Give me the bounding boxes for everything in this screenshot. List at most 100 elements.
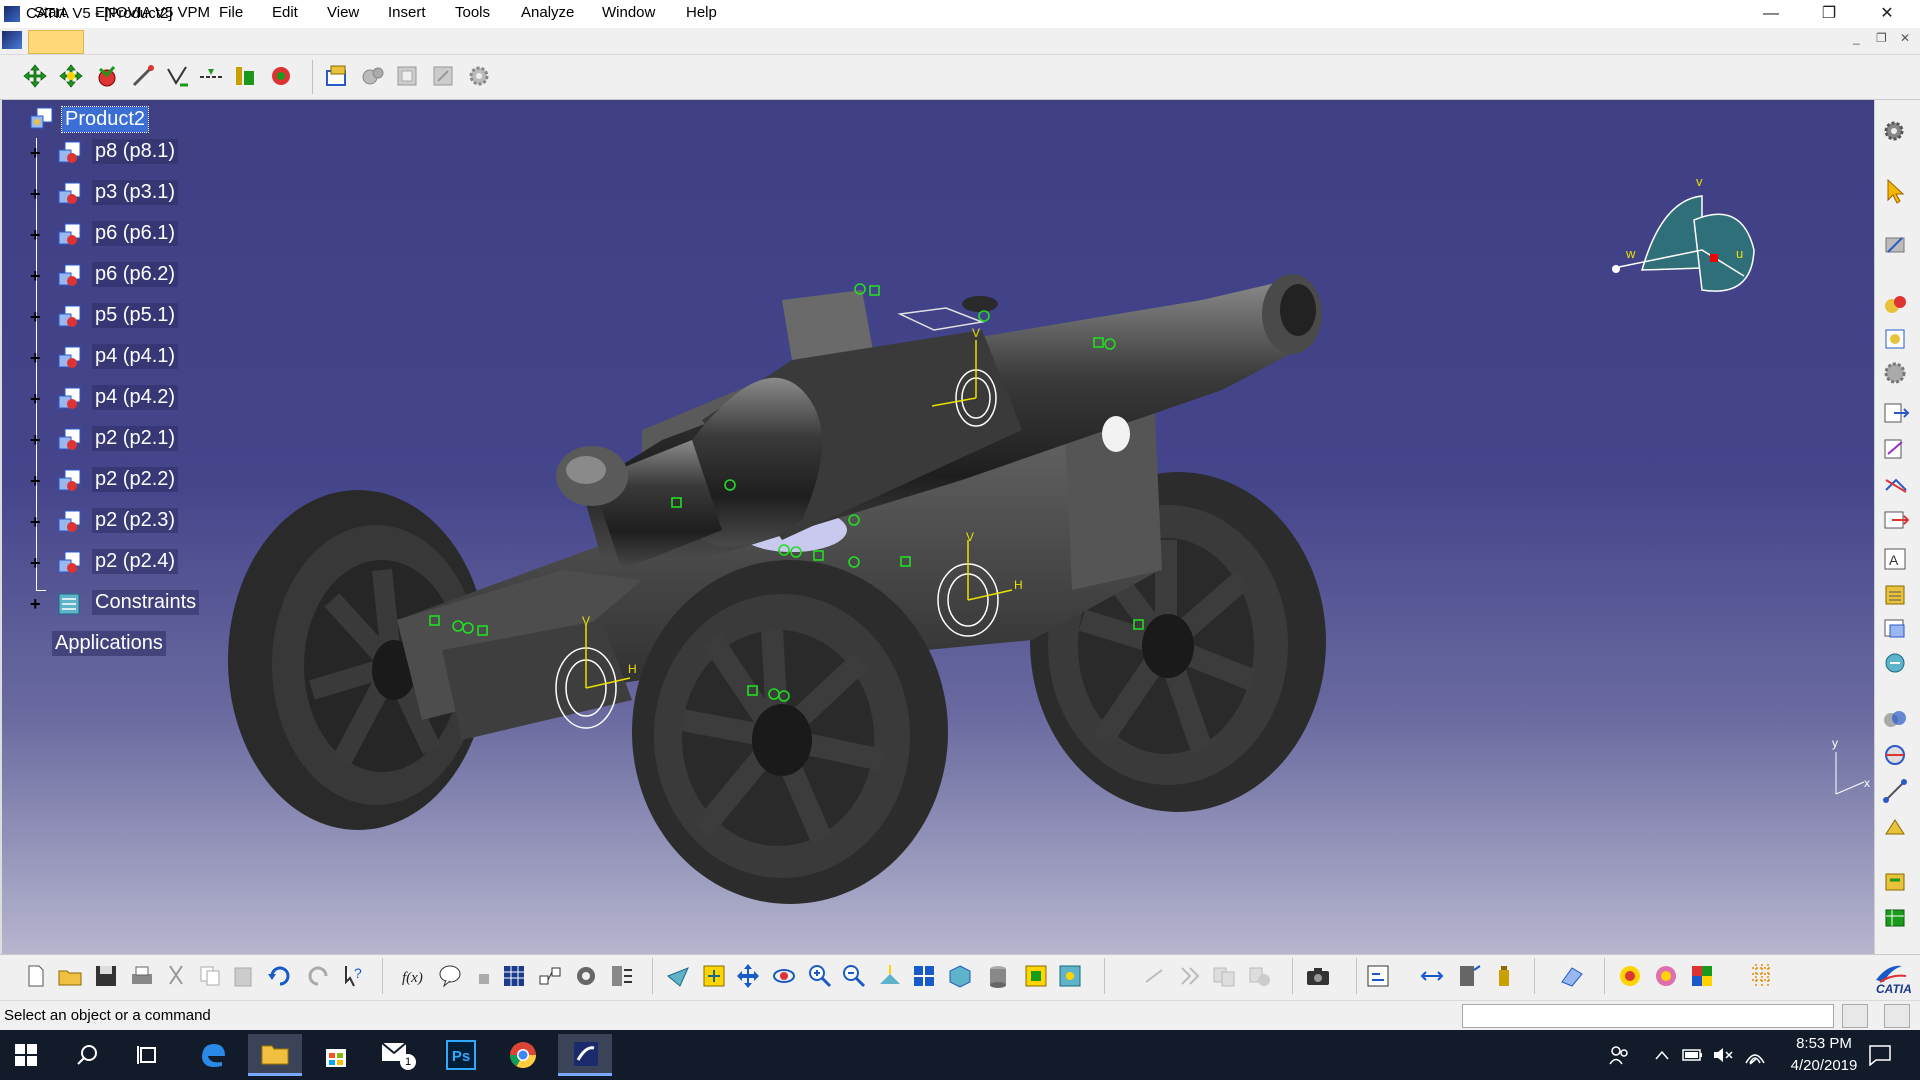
tree-item[interactable]: + p4 (p4.2) xyxy=(0,385,220,412)
tree-item[interactable]: + p2 (p2.4) xyxy=(0,549,220,576)
3d-viewport[interactable]: v w u y x V V H V H xyxy=(2,100,1874,954)
zoom-in-icon[interactable] xyxy=(806,962,834,990)
cannon-model[interactable] xyxy=(2,100,1874,954)
menu-insert[interactable]: Insert xyxy=(388,4,426,21)
expand-icon[interactable]: + xyxy=(30,513,43,531)
update-icon[interactable] xyxy=(1140,962,1168,990)
tree-item-constraints[interactable]: + Constraints xyxy=(0,590,220,617)
tools-palette-icon[interactable] xyxy=(608,962,636,990)
explode-icon[interactable] xyxy=(130,63,156,89)
catalog-browser-icon[interactable] xyxy=(536,962,564,990)
capture-camera-icon[interactable] xyxy=(1304,962,1332,990)
expand-icon[interactable]: + xyxy=(30,144,43,162)
expand-icon[interactable]: + xyxy=(30,308,43,326)
expand-icon[interactable]: + xyxy=(30,472,43,490)
tree-root-product2[interactable]: Product2 xyxy=(60,106,150,133)
swap-visible-space-icon[interactable] xyxy=(1056,962,1084,990)
grid-icon[interactable] xyxy=(1748,962,1776,990)
fit-all-icon[interactable] xyxy=(700,962,728,990)
select-arrow-icon[interactable] xyxy=(1880,176,1912,206)
photoshop-icon[interactable]: Ps xyxy=(446,1040,476,1070)
contact-icon[interactable] xyxy=(232,63,258,89)
multi-instantiation-icon[interactable] xyxy=(1688,962,1716,990)
wifi-icon[interactable] xyxy=(1744,1045,1766,1065)
copy-icon[interactable] xyxy=(196,962,224,990)
expand-icon[interactable]: + xyxy=(30,595,43,613)
redo-icon[interactable] xyxy=(304,962,332,990)
knowledge-icon[interactable] xyxy=(1880,866,1912,896)
apply-material-icon[interactable] xyxy=(1558,962,1586,990)
start-menu-highlight[interactable] xyxy=(28,30,84,54)
rotate-icon[interactable] xyxy=(770,962,798,990)
measure-inertia-icon[interactable] xyxy=(1490,962,1518,990)
command-input[interactable] xyxy=(1462,1004,1834,1028)
split-icon[interactable] xyxy=(1880,470,1912,500)
tree-item[interactable]: + p2 (p2.1) xyxy=(0,426,220,453)
volume-muted-icon[interactable] xyxy=(1712,1046,1734,1064)
lock-icon[interactable] xyxy=(470,962,498,990)
reorder-icon[interactable] xyxy=(1880,434,1912,464)
expand-icon[interactable]: + xyxy=(30,226,43,244)
print-icon[interactable] xyxy=(128,962,156,990)
menu-help[interactable]: Help xyxy=(686,4,717,21)
forward-icon[interactable] xyxy=(1176,962,1204,990)
normal-view-icon[interactable] xyxy=(876,962,904,990)
tree-item[interactable]: + p3 (p3.1) xyxy=(0,180,220,207)
reuse-pattern-icon[interactable] xyxy=(572,962,600,990)
snap-icon[interactable] xyxy=(58,63,84,89)
taskbar-item-mail[interactable]: 1 xyxy=(380,1040,416,1072)
tree-item-applications[interactable]: Applications xyxy=(0,631,220,658)
notification-icon[interactable] xyxy=(1868,1044,1892,1066)
menu-file[interactable]: File xyxy=(219,4,243,21)
chrome-icon[interactable] xyxy=(508,1040,538,1070)
taskbar-item-catia[interactable] xyxy=(558,1034,612,1076)
cut-icon[interactable] xyxy=(162,962,190,990)
clash-icon[interactable] xyxy=(1880,704,1912,734)
menu-start[interactable]: Start xyxy=(34,4,66,21)
manipulation-icon[interactable] xyxy=(22,63,48,89)
gear-tools-icon[interactable] xyxy=(1880,116,1912,146)
fly-mode-icon[interactable] xyxy=(664,962,692,990)
menu-edit[interactable]: Edit xyxy=(272,4,298,21)
mdi-restore-button[interactable]: ❐ xyxy=(1876,31,1887,45)
shading-icon[interactable] xyxy=(984,962,1012,990)
maximize-button[interactable]: ❐ xyxy=(1800,0,1858,28)
hide-show-icon[interactable] xyxy=(1022,962,1050,990)
smart-move-icon[interactable] xyxy=(94,63,120,89)
existing-component-icon[interactable] xyxy=(324,63,350,89)
iso-view-icon[interactable] xyxy=(946,962,974,990)
mdi-minimize-button[interactable]: _ xyxy=(1853,31,1860,45)
tree-item[interactable]: + p2 (p2.3) xyxy=(0,508,220,535)
command-enter-button[interactable] xyxy=(1842,1004,1868,1028)
catia-menu-icon[interactable] xyxy=(2,31,22,49)
move-icon[interactable] xyxy=(1880,398,1912,428)
menu-view[interactable]: View xyxy=(327,4,359,21)
tree-item[interactable]: + p6 (p6.2) xyxy=(0,262,220,289)
close-button[interactable]: ✕ xyxy=(1858,0,1916,28)
sectioning-icon[interactable] xyxy=(1880,740,1912,770)
minimize-button[interactable]: — xyxy=(1742,0,1800,28)
menu-analyze[interactable]: Analyze xyxy=(521,4,574,21)
component-icon[interactable] xyxy=(360,63,386,89)
exploded-view-icon[interactable] xyxy=(1364,962,1392,990)
save-icon[interactable] xyxy=(92,962,120,990)
zoom-out-icon[interactable] xyxy=(840,962,868,990)
formula-icon[interactable]: f(x) xyxy=(400,962,428,990)
expand-icon[interactable]: + xyxy=(30,390,43,408)
mdi-close-button[interactable]: ✕ xyxy=(1900,31,1910,45)
tree-item[interactable]: + p5 (p5.1) xyxy=(0,303,220,330)
whats-this-icon[interactable]: ? xyxy=(340,962,368,990)
clock-time[interactable]: 8:53 PM xyxy=(1784,1035,1864,1052)
hole-icon[interactable] xyxy=(1880,506,1912,536)
stop-manipulate-icon[interactable] xyxy=(164,63,190,89)
product-management-icon[interactable] xyxy=(1616,962,1644,990)
new-file-icon[interactable] xyxy=(22,962,50,990)
assembly-constraint-icon[interactable] xyxy=(1880,290,1912,320)
menu-tools[interactable]: Tools xyxy=(455,4,490,21)
store-icon[interactable] xyxy=(322,1041,350,1069)
expand-icon[interactable]: + xyxy=(30,554,43,572)
measure-icon[interactable] xyxy=(1880,230,1912,260)
offset-icon[interactable] xyxy=(268,63,294,89)
gear-icon[interactable] xyxy=(466,63,492,89)
paste-icon[interactable] xyxy=(230,962,258,990)
